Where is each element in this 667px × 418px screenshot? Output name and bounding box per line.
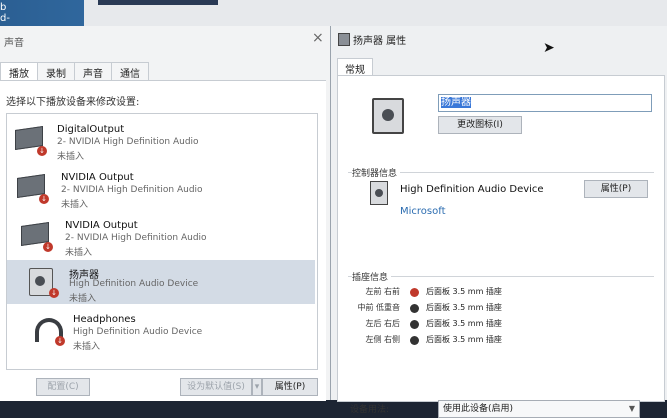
- tab-recording[interactable]: 录制: [37, 62, 75, 80]
- controller-name: High Definition Audio Device: [400, 184, 544, 195]
- speaker-icon: [338, 33, 350, 46]
- device-name-input[interactable]: 扬声器: [438, 94, 652, 112]
- jack-color-indicator: [410, 336, 419, 345]
- jack-label: 插座信息: [352, 270, 392, 283]
- list-item[interactable]: ↓ Headphones High Definition Audio Devic…: [7, 308, 315, 352]
- monitor-icon: ↓: [21, 222, 53, 252]
- mouse-cursor-icon: ➤: [543, 40, 555, 56]
- speaker-icon: [370, 181, 388, 205]
- dialog-title: 扬声器 属性: [353, 36, 407, 47]
- list-item[interactable]: ↓ NVIDIA Output 2- NVIDIA High Definitio…: [7, 214, 315, 258]
- jack-row: 左前 右前 后面板 3.5 mm 插座: [365, 287, 502, 297]
- background-window: [84, 0, 667, 26]
- taskbar-text: b d-: [0, 2, 10, 24]
- jack-group: [348, 276, 654, 277]
- tab-sounds[interactable]: 声音: [74, 62, 112, 80]
- monitor-icon: ↓: [15, 126, 47, 156]
- jack-row: 左后 右后 后面板 3.5 mm 插座: [365, 319, 502, 329]
- speaker-icon: ↓: [27, 268, 59, 298]
- jack-color-indicator: [410, 320, 419, 329]
- monitor-icon: ↓: [17, 174, 49, 204]
- tab-playback[interactable]: 播放: [0, 62, 38, 80]
- set-default-dropdown[interactable]: ▾: [252, 378, 262, 396]
- properties-button[interactable]: 属性(P): [262, 378, 318, 396]
- change-icon-button[interactable]: 更改图标(I): [438, 116, 522, 134]
- list-item-selected[interactable]: ↓ 扬声器 High Definition Audio Device 未插入: [7, 260, 315, 304]
- instruction-text: 选择以下播放设备来修改设置:: [6, 97, 140, 108]
- jack-color-indicator: [410, 288, 419, 297]
- controller-properties-button[interactable]: 属性(P): [584, 180, 648, 198]
- chevron-down-icon: ▼: [628, 404, 635, 413]
- set-default-button[interactable]: 设为默认值(S): [180, 378, 252, 396]
- list-item[interactable]: ↓ NVIDIA Output 2- NVIDIA High Definitio…: [7, 166, 315, 210]
- device-usage-select[interactable]: 使用此设备(启用) ▼: [438, 400, 640, 418]
- controller-label: 控制器信息: [352, 166, 401, 179]
- general-pane: 扬声器 更改图标(I) 控制器信息 High Definition Audio …: [337, 75, 665, 418]
- headphones-icon: ↓: [33, 316, 65, 346]
- speaker-properties-dialog: 扬声器 属性 ➤ 常规 扬声器 更改图标(I) 控制器信息 High Defin…: [331, 26, 667, 418]
- tab-communications[interactable]: 通信: [111, 62, 149, 80]
- playback-pane: 选择以下播放设备来修改设置: ↓ DigitalOutput 2- NVIDIA…: [0, 80, 326, 401]
- device-list[interactable]: ↓ DigitalOutput 2- NVIDIA High Definitio…: [6, 113, 318, 370]
- tab-bar: 播放 录制 声音 通信: [0, 62, 149, 80]
- dialog-title: 声音: [4, 38, 24, 49]
- jack-color-indicator: [410, 304, 419, 313]
- jack-row: 左侧 右侧 后面板 3.5 mm 插座: [365, 335, 502, 345]
- speaker-icon: [372, 98, 404, 134]
- controller-vendor-link[interactable]: Microsoft: [400, 206, 446, 217]
- close-icon[interactable]: ×: [312, 30, 324, 46]
- sound-dialog: 声音 × 播放 录制 声音 通信 选择以下播放设备来修改设置: ↓ Digita…: [0, 26, 331, 401]
- configure-button[interactable]: 配置(C): [36, 378, 90, 396]
- list-item[interactable]: ↓ DigitalOutput 2- NVIDIA High Definitio…: [7, 118, 315, 162]
- device-usage-label: 设备用法:: [350, 405, 390, 415]
- jack-row: 中前 低重音 后面板 3.5 mm 插座: [357, 303, 502, 313]
